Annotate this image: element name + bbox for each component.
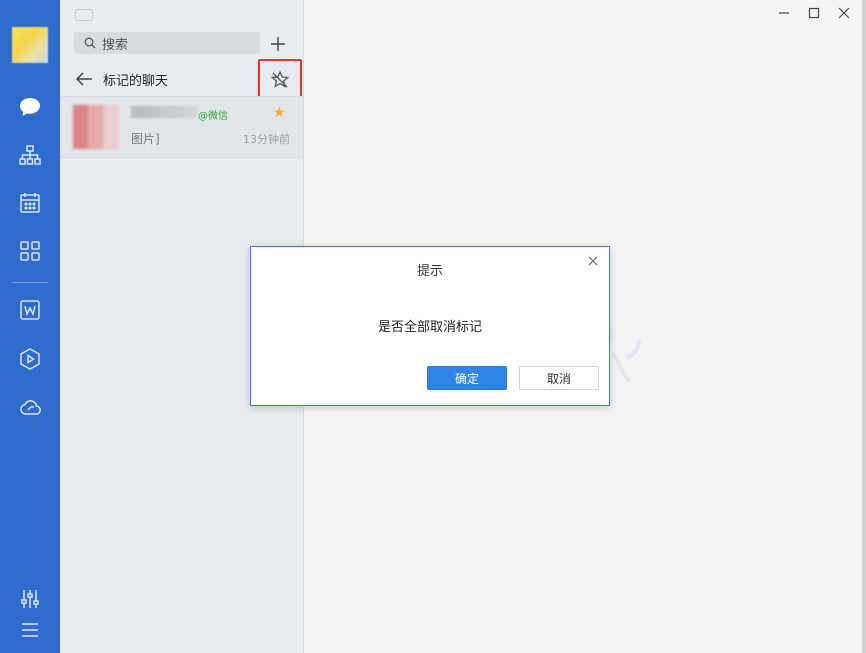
user-avatar[interactable] [12, 27, 48, 63]
list-title: 标记的聊天 [103, 74, 169, 89]
back-arrow-icon[interactable] [74, 70, 94, 88]
settings-sliders-icon[interactable] [17, 586, 43, 612]
minimize-icon[interactable] [774, 5, 794, 21]
close-icon[interactable] [585, 253, 601, 269]
search-input[interactable]: 搜索 [102, 34, 128, 53]
avatar [73, 105, 119, 149]
add-icon[interactable] [267, 33, 289, 55]
apps-grid-icon[interactable] [17, 238, 43, 264]
list-item[interactable]: @微信 ★ 图片] 13分钟前 [60, 97, 303, 158]
maximize-icon[interactable] [804, 5, 824, 21]
window-tab-icon [75, 9, 93, 21]
redacted-name [131, 106, 197, 118]
org-chart-icon[interactable] [17, 142, 43, 168]
rail-divider [12, 282, 48, 283]
play-hexagon-icon[interactable] [17, 346, 43, 372]
star-icon[interactable]: ★ [273, 105, 286, 121]
window-edge [862, 0, 866, 653]
wechat-tag: @微信 [198, 111, 228, 122]
chat-bubble-icon[interactable] [17, 94, 43, 120]
left-rail [0, 0, 60, 653]
star-slash-icon [270, 69, 290, 88]
search-box[interactable]: 搜索 [74, 32, 260, 54]
cloud-icon[interactable] [17, 394, 43, 420]
dialog-message: 是否全部取消标记 [377, 320, 482, 335]
message-preview: 图片] [131, 132, 160, 146]
menu-icon[interactable] [17, 617, 43, 643]
confirm-button[interactable]: 确定 [427, 366, 507, 390]
dialog-title: 提示 [416, 264, 443, 279]
cancel-button[interactable]: 取消 [519, 366, 599, 390]
calendar-icon[interactable] [17, 190, 43, 216]
confirm-dialog: 提示 是否全部取消标记 确定 取消 [250, 246, 610, 406]
timestamp: 13分钟前 [243, 133, 290, 146]
close-window-icon[interactable] [834, 5, 854, 21]
unstar-all-button[interactable] [258, 59, 302, 100]
word-doc-icon[interactable] [17, 297, 43, 323]
search-icon [84, 37, 96, 49]
